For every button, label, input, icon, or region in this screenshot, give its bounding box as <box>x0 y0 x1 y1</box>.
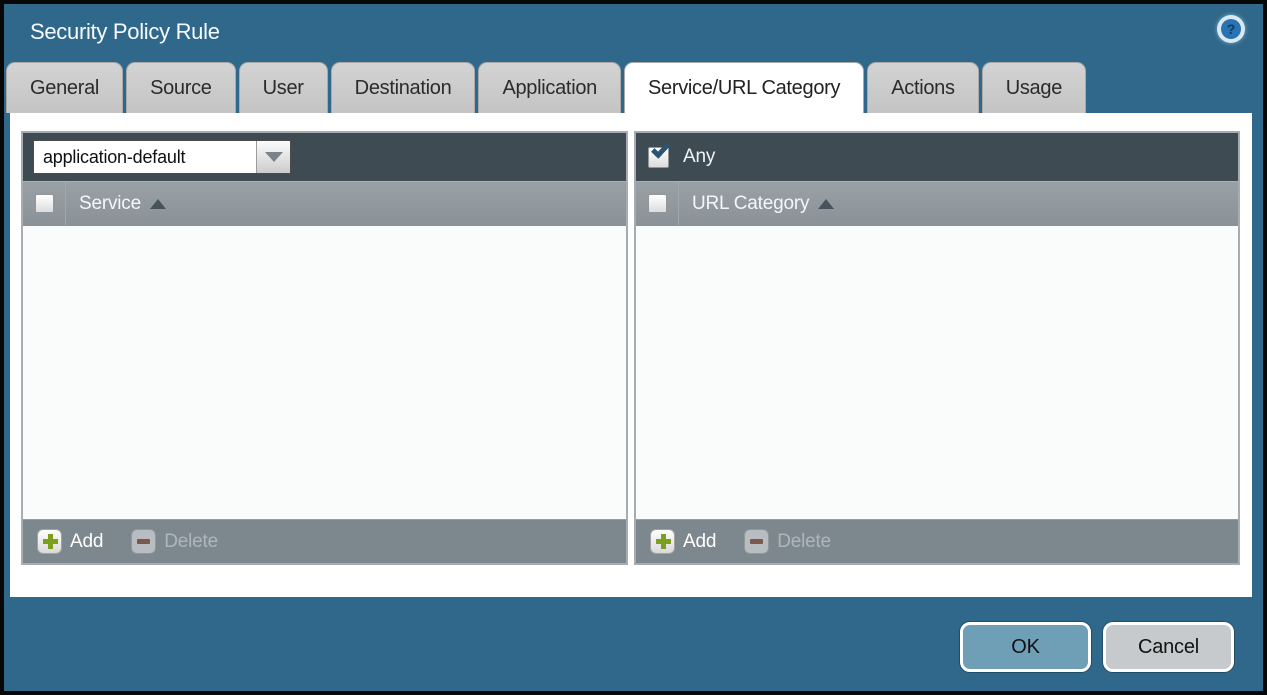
delete-label: Delete <box>777 531 831 553</box>
tab-source[interactable]: Source <box>126 62 236 113</box>
title-bar: Security Policy Rule ? <box>4 4 1263 62</box>
sort-ascending-icon[interactable] <box>150 199 166 209</box>
any-label: Any <box>683 146 715 168</box>
add-label: Add <box>683 531 716 553</box>
chevron-down-icon <box>265 152 283 162</box>
tab-content: application-default Service Add <box>10 113 1252 597</box>
ok-button[interactable]: OK <box>960 622 1091 672</box>
cancel-button[interactable]: Cancel <box>1103 622 1234 672</box>
tab-bar: General Source User Destination Applicat… <box>6 62 1263 113</box>
tab-user[interactable]: User <box>239 62 328 113</box>
add-plus-icon <box>650 529 675 554</box>
delete-label: Delete <box>164 531 218 553</box>
add-plus-icon <box>37 529 62 554</box>
url-category-delete-button[interactable]: Delete <box>744 529 831 554</box>
service-add-button[interactable]: Add <box>37 529 103 554</box>
url-category-list[interactable] <box>636 226 1238 519</box>
service-delete-button[interactable]: Delete <box>131 529 218 554</box>
url-category-footer: Add Delete <box>636 519 1238 563</box>
tab-general[interactable]: General <box>6 62 123 113</box>
url-category-add-button[interactable]: Add <box>650 529 716 554</box>
url-category-panel: Any URL Category Add Delete <box>634 131 1240 565</box>
help-glyph: ? <box>1227 22 1236 36</box>
service-select-all-cell <box>23 182 66 225</box>
tab-actions[interactable]: Actions <box>867 62 979 113</box>
service-list[interactable] <box>23 226 626 519</box>
service-panel: application-default Service Add <box>21 131 628 565</box>
dropdown-button[interactable] <box>256 141 290 173</box>
service-type-dropdown[interactable]: application-default <box>33 140 291 174</box>
tab-destination[interactable]: Destination <box>331 62 476 113</box>
security-policy-rule-dialog: Security Policy Rule ? General Source Us… <box>4 4 1263 691</box>
service-footer: Add Delete <box>23 519 626 563</box>
sort-ascending-icon[interactable] <box>818 199 834 209</box>
url-category-select-all-cell <box>636 182 679 225</box>
service-select-all-checkbox[interactable] <box>35 194 54 213</box>
delete-minus-icon <box>131 529 156 554</box>
url-category-column-header: URL Category <box>636 181 1238 226</box>
service-toolbar: application-default <box>23 133 626 181</box>
checkmark-icon <box>651 139 670 158</box>
tab-service-url-category[interactable]: Service/URL Category <box>624 62 864 113</box>
tab-application[interactable]: Application <box>478 62 621 113</box>
any-checkbox[interactable] <box>648 147 669 168</box>
dialog-title: Security Policy Rule <box>30 19 220 45</box>
tab-usage[interactable]: Usage <box>982 62 1086 113</box>
service-type-value: application-default <box>34 141 256 173</box>
url-category-toolbar: Any <box>636 133 1238 181</box>
service-column-header: Service <box>23 181 626 226</box>
help-icon[interactable]: ? <box>1217 15 1245 43</box>
url-category-column-label[interactable]: URL Category <box>692 193 809 215</box>
service-column-label[interactable]: Service <box>79 193 141 215</box>
url-category-select-all-checkbox[interactable] <box>648 194 667 213</box>
add-label: Add <box>70 531 103 553</box>
delete-minus-icon <box>744 529 769 554</box>
